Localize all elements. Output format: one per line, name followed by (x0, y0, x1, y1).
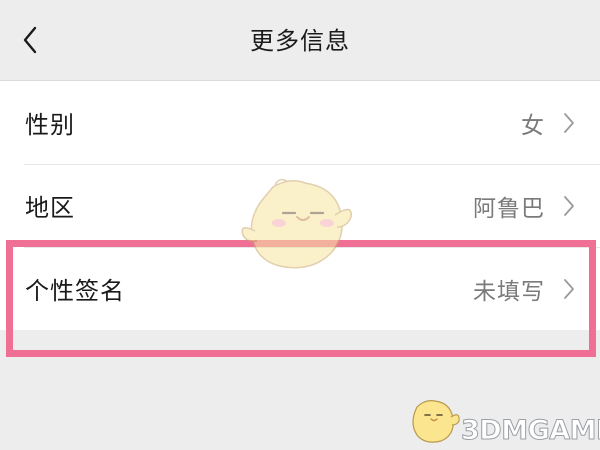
chevron-right-icon (562, 194, 576, 218)
chevron-right-icon (562, 277, 576, 301)
chevron-right-icon (562, 111, 576, 135)
row-value: 阿鲁巴 (473, 195, 545, 222)
row-gender[interactable]: 性别 女 (0, 81, 600, 164)
row-label: 性别 (25, 111, 75, 139)
row-value: 未填写 (473, 278, 545, 305)
row-value: 女 (521, 112, 545, 139)
row-label: 地区 (25, 194, 75, 222)
page-title: 更多信息 (250, 27, 350, 55)
watermark-text: 3DMGAME (461, 415, 600, 447)
chick-mascot-icon (412, 400, 460, 443)
row-region[interactable]: 地区 阿鲁巴 (0, 164, 600, 247)
info-list: 性别 女 地区 阿鲁巴 个性签名 未填写 (0, 81, 600, 330)
row-label: 个性签名 (25, 277, 125, 305)
row-signature[interactable]: 个性签名 未填写 (0, 247, 600, 330)
watermark: 3DMGAME (403, 395, 600, 447)
nav-bar: 更多信息 (0, 0, 600, 81)
